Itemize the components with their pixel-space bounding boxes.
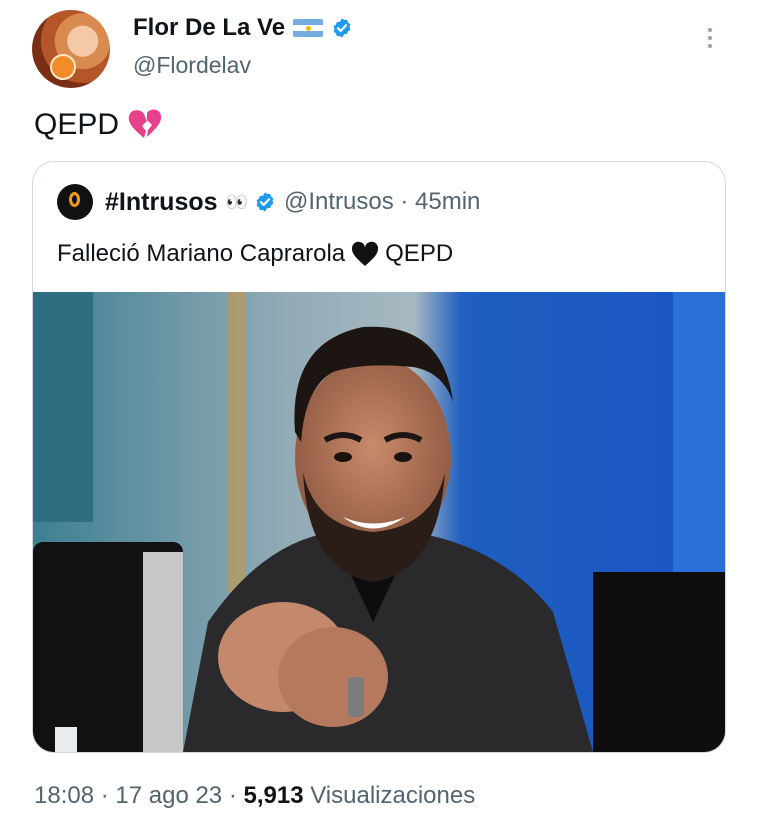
tweet-text-content: QEPD <box>34 108 120 141</box>
author-name[interactable]: Flor De La Ve <box>133 14 285 42</box>
argentina-flag-icon <box>293 19 324 37</box>
author-avatar[interactable] <box>32 10 110 88</box>
verified-badge-icon <box>333 18 351 38</box>
quoted-handle-time[interactable]: @Intrusos · 45min <box>284 188 480 216</box>
quoted-name[interactable]: #Intrusos <box>105 188 218 217</box>
views-count: 5,913 <box>243 782 304 809</box>
quoted-photo[interactable] <box>33 292 725 752</box>
quoted-tweet-card[interactable]: #Intrusos 👀 @Intrusos · 45min Falleció M… <box>32 161 726 753</box>
quoted-tweet-header: #Intrusos 👀 @Intrusos · 45min <box>57 184 480 220</box>
author-handle[interactable]: @Flordelav <box>133 52 251 79</box>
quoted-tweet-text: Falleció Mariano Caprarola QEPD <box>57 240 453 268</box>
avatar-logo-icon <box>50 54 76 80</box>
verified-badge-icon <box>256 192 274 212</box>
author-name-row: Flor De La Ve <box>133 14 353 42</box>
broken-heart-icon <box>128 109 162 138</box>
black-heart-icon <box>352 241 379 266</box>
views-label: Visualizaciones <box>303 782 476 809</box>
more-options-icon[interactable] <box>700 28 720 48</box>
quoted-avatar[interactable] <box>57 184 93 220</box>
quoted-text-before: Falleció Mariano Caprarola <box>57 240 346 267</box>
eyes-emoji: 👀 <box>225 191 248 212</box>
tweet-text: QEPD <box>34 108 163 142</box>
photo-of-smiling-man <box>33 292 725 752</box>
quoted-text-after: QEPD <box>385 240 454 267</box>
tweet-time-date[interactable]: 18:08 · 17 ago 23 · <box>34 782 243 809</box>
tweet-meta: 18:08 · 17 ago 23 · 5,913 Visualizacione… <box>34 782 475 810</box>
